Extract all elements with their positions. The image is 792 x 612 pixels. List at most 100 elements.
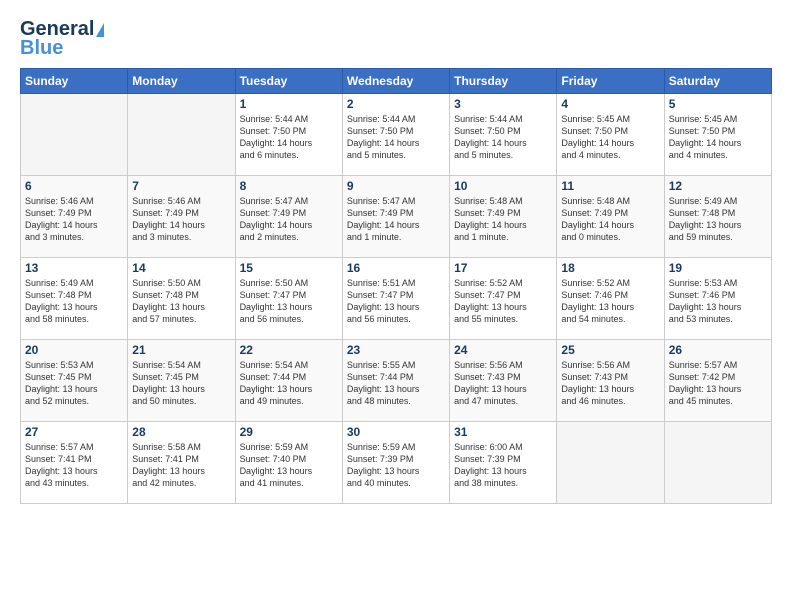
calendar-cell: 26 Sunrise: 5:57 AM Sunset: 7:42 PM Dayli… <box>664 340 771 422</box>
weekday-header-tuesday: Tuesday <box>235 69 342 94</box>
day-number: 7 <box>132 179 230 193</box>
calendar-week-1: 1Sunrise: 5:44 AM Sunset: 7:50 PM Daylig… <box>21 94 772 176</box>
calendar-cell: 9 Sunrise: 5:47 AM Sunset: 7:49 PM Daylig… <box>342 176 449 258</box>
calendar-cell: 14 Sunrise: 5:50 AM Sunset: 7:48 PM Dayli… <box>128 258 235 340</box>
cell-info: Sunrise: 5:55 AM Sunset: 7:44 PM Dayligh… <box>347 359 445 408</box>
weekday-header-wednesday: Wednesday <box>342 69 449 94</box>
calendar-cell: 8 Sunrise: 5:47 AM Sunset: 7:49 PM Daylig… <box>235 176 342 258</box>
calendar-page: General Blue SundayMondayTuesdayWednesda… <box>0 0 792 612</box>
cell-info: Sunrise: 5:44 AM Sunset: 7:50 PM Dayligh… <box>454 113 552 162</box>
calendar-cell: 20 Sunrise: 5:53 AM Sunset: 7:45 PM Dayli… <box>21 340 128 422</box>
calendar-table: SundayMondayTuesdayWednesdayThursdayFrid… <box>20 68 772 504</box>
calendar-cell: 23 Sunrise: 5:55 AM Sunset: 7:44 PM Dayli… <box>342 340 449 422</box>
calendar-cell: 2 Sunrise: 5:44 AM Sunset: 7:50 PM Daylig… <box>342 94 449 176</box>
cell-info: Sunrise: 5:53 AM Sunset: 7:46 PM Dayligh… <box>669 277 767 326</box>
calendar-cell: 22 Sunrise: 5:54 AM Sunset: 7:44 PM Dayli… <box>235 340 342 422</box>
cell-info: Sunrise: 5:45 AM Sunset: 7:50 PM Dayligh… <box>669 113 767 162</box>
cell-info: Sunrise: 5:49 AM Sunset: 7:48 PM Dayligh… <box>669 195 767 244</box>
calendar-cell <box>664 422 771 504</box>
cell-info: Sunrise: 5:59 AM Sunset: 7:39 PM Dayligh… <box>347 441 445 490</box>
weekday-header-thursday: Thursday <box>450 69 557 94</box>
day-number: 29 <box>240 425 338 439</box>
calendar-cell: 12 Sunrise: 5:49 AM Sunset: 7:48 PM Dayli… <box>664 176 771 258</box>
calendar-cell: 29 Sunrise: 5:59 AM Sunset: 7:40 PM Dayli… <box>235 422 342 504</box>
day-number: 16 <box>347 261 445 275</box>
day-number: 17 <box>454 261 552 275</box>
cell-info: Sunrise: 5:50 AM Sunset: 7:48 PM Dayligh… <box>132 277 230 326</box>
cell-info: Sunrise: 5:53 AM Sunset: 7:45 PM Dayligh… <box>25 359 123 408</box>
cell-info: Sunrise: 5:56 AM Sunset: 7:43 PM Dayligh… <box>561 359 659 408</box>
cell-info: Sunrise: 5:44 AM Sunset: 7:50 PM Dayligh… <box>240 113 338 162</box>
calendar-cell: 5 Sunrise: 5:45 AM Sunset: 7:50 PM Daylig… <box>664 94 771 176</box>
day-number: 11 <box>561 179 659 193</box>
day-number: 22 <box>240 343 338 357</box>
weekday-header-friday: Friday <box>557 69 664 94</box>
day-number: 13 <box>25 261 123 275</box>
cell-info: Sunrise: 5:59 AM Sunset: 7:40 PM Dayligh… <box>240 441 338 490</box>
cell-info: Sunrise: 5:50 AM Sunset: 7:47 PM Dayligh… <box>240 277 338 326</box>
cell-info: Sunrise: 5:47 AM Sunset: 7:49 PM Dayligh… <box>347 195 445 244</box>
day-number: 28 <box>132 425 230 439</box>
calendar-week-5: 27Sunrise: 5:57 AM Sunset: 7:41 PM Dayli… <box>21 422 772 504</box>
cell-info: Sunrise: 5:54 AM Sunset: 7:45 PM Dayligh… <box>132 359 230 408</box>
cell-info: Sunrise: 5:47 AM Sunset: 7:49 PM Dayligh… <box>240 195 338 244</box>
day-number: 9 <box>347 179 445 193</box>
cell-info: Sunrise: 5:48 AM Sunset: 7:49 PM Dayligh… <box>454 195 552 244</box>
day-number: 8 <box>240 179 338 193</box>
day-number: 18 <box>561 261 659 275</box>
weekday-header-monday: Monday <box>128 69 235 94</box>
calendar-week-4: 20 Sunrise: 5:53 AM Sunset: 7:45 PM Dayli… <box>21 340 772 422</box>
calendar-header-row: SundayMondayTuesdayWednesdayThursdayFrid… <box>21 69 772 94</box>
cell-info: Sunrise: 5:45 AM Sunset: 7:50 PM Dayligh… <box>561 113 659 162</box>
calendar-cell: 11 Sunrise: 5:48 AM Sunset: 7:49 PM Dayli… <box>557 176 664 258</box>
day-number: 14 <box>132 261 230 275</box>
cell-info: Sunrise: 5:51 AM Sunset: 7:47 PM Dayligh… <box>347 277 445 326</box>
cell-info: Sunrise: 5:54 AM Sunset: 7:44 PM Dayligh… <box>240 359 338 408</box>
cell-info: Sunrise: 5:56 AM Sunset: 7:43 PM Dayligh… <box>454 359 552 408</box>
weekday-header-sunday: Sunday <box>21 69 128 94</box>
day-number: 26 <box>669 343 767 357</box>
calendar-cell: 25 Sunrise: 5:56 AM Sunset: 7:43 PM Dayli… <box>557 340 664 422</box>
logo-triangle-icon <box>96 23 104 37</box>
logo: General Blue <box>20 18 104 60</box>
logo-blue: Blue <box>20 37 63 60</box>
calendar-week-2: 6 Sunrise: 5:46 AM Sunset: 7:49 PM Daylig… <box>21 176 772 258</box>
day-number: 23 <box>347 343 445 357</box>
day-number: 21 <box>132 343 230 357</box>
calendar-cell: 7Sunrise: 5:46 AM Sunset: 7:49 PM Daylig… <box>128 176 235 258</box>
cell-info: Sunrise: 5:52 AM Sunset: 7:46 PM Dayligh… <box>561 277 659 326</box>
day-number: 2 <box>347 97 445 111</box>
cell-info: Sunrise: 5:57 AM Sunset: 7:41 PM Dayligh… <box>25 441 123 490</box>
day-number: 12 <box>669 179 767 193</box>
cell-info: Sunrise: 5:57 AM Sunset: 7:42 PM Dayligh… <box>669 359 767 408</box>
cell-info: Sunrise: 5:49 AM Sunset: 7:48 PM Dayligh… <box>25 277 123 326</box>
calendar-cell: 28Sunrise: 5:58 AM Sunset: 7:41 PM Dayli… <box>128 422 235 504</box>
calendar-cell: 21 Sunrise: 5:54 AM Sunset: 7:45 PM Dayli… <box>128 340 235 422</box>
calendar-cell <box>557 422 664 504</box>
cell-info: Sunrise: 5:46 AM Sunset: 7:49 PM Dayligh… <box>25 195 123 244</box>
day-number: 6 <box>25 179 123 193</box>
day-number: 24 <box>454 343 552 357</box>
calendar-cell: 15Sunrise: 5:50 AM Sunset: 7:47 PM Dayli… <box>235 258 342 340</box>
calendar-cell <box>128 94 235 176</box>
calendar-cell: 31Sunrise: 6:00 AM Sunset: 7:39 PM Dayli… <box>450 422 557 504</box>
day-number: 25 <box>561 343 659 357</box>
cell-info: Sunrise: 5:44 AM Sunset: 7:50 PM Dayligh… <box>347 113 445 162</box>
day-number: 4 <box>561 97 659 111</box>
calendar-week-3: 13 Sunrise: 5:49 AM Sunset: 7:48 PM Dayli… <box>21 258 772 340</box>
day-number: 3 <box>454 97 552 111</box>
cell-info: Sunrise: 5:48 AM Sunset: 7:49 PM Dayligh… <box>561 195 659 244</box>
cell-info: Sunrise: 5:52 AM Sunset: 7:47 PM Dayligh… <box>454 277 552 326</box>
calendar-cell: 6 Sunrise: 5:46 AM Sunset: 7:49 PM Daylig… <box>21 176 128 258</box>
calendar-cell: 24 Sunrise: 5:56 AM Sunset: 7:43 PM Dayli… <box>450 340 557 422</box>
calendar-cell: 13 Sunrise: 5:49 AM Sunset: 7:48 PM Dayli… <box>21 258 128 340</box>
day-number: 5 <box>669 97 767 111</box>
weekday-header-saturday: Saturday <box>664 69 771 94</box>
day-number: 19 <box>669 261 767 275</box>
calendar-cell <box>21 94 128 176</box>
calendar-cell: 3 Sunrise: 5:44 AM Sunset: 7:50 PM Daylig… <box>450 94 557 176</box>
day-number: 10 <box>454 179 552 193</box>
calendar-cell: 27Sunrise: 5:57 AM Sunset: 7:41 PM Dayli… <box>21 422 128 504</box>
day-number: 20 <box>25 343 123 357</box>
header: General Blue <box>20 18 772 60</box>
